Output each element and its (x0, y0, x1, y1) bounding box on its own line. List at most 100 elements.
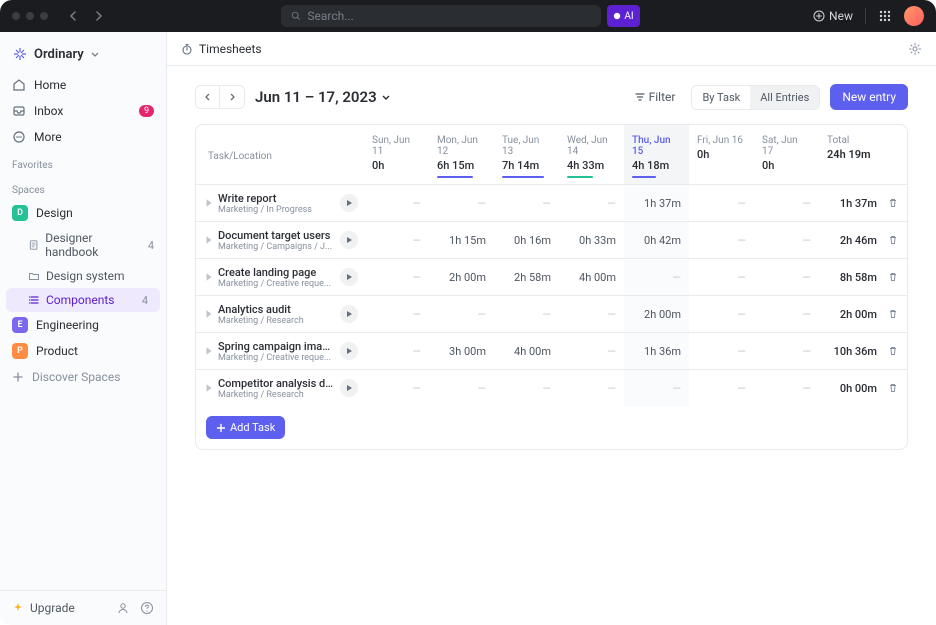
time-cell[interactable]: 2h 58m (494, 259, 559, 296)
time-cell[interactable]: — (429, 185, 494, 222)
time-cell[interactable]: — (364, 222, 429, 259)
traffic-close-icon[interactable] (12, 12, 20, 20)
traffic-min-icon[interactable] (26, 12, 34, 20)
task-cell[interactable]: Spring campaign imag... Marketing / Crea… (196, 333, 364, 369)
workspace-switcher[interactable]: Ordinary (0, 40, 166, 72)
time-cell[interactable]: — (559, 333, 624, 370)
time-cell[interactable]: — (364, 296, 429, 333)
global-search[interactable]: Search... (281, 5, 601, 27)
space-label: Product (36, 344, 78, 358)
time-cell[interactable]: — (624, 370, 689, 407)
forward-button[interactable] (88, 6, 108, 26)
time-cell[interactable]: 4h 00m (494, 333, 559, 370)
time-cell[interactable]: — (364, 333, 429, 370)
time-cell[interactable]: — (754, 370, 819, 407)
time-cell[interactable]: 1h 36m (624, 333, 689, 370)
time-cell[interactable]: 0h 33m (559, 222, 624, 259)
sidebar-space-product[interactable]: PProduct (0, 338, 166, 364)
time-cell[interactable]: — (494, 296, 559, 333)
expand-caret-icon[interactable] (204, 383, 214, 393)
sidebar-child-design-system[interactable]: Design system (0, 264, 166, 288)
expand-caret-icon[interactable] (204, 272, 214, 282)
time-cell[interactable]: 2h 00m (624, 296, 689, 333)
upgrade-button[interactable]: Upgrade (12, 601, 106, 615)
play-button[interactable] (340, 305, 358, 323)
trash-icon[interactable] (887, 271, 899, 283)
expand-caret-icon[interactable] (204, 309, 214, 319)
new-entry-button[interactable]: New entry (830, 84, 908, 110)
trash-icon[interactable] (887, 197, 899, 209)
task-cell[interactable]: Competitor analysis doc Marketing / Rese… (196, 370, 364, 406)
play-button[interactable] (340, 268, 358, 286)
time-cell[interactable]: — (624, 259, 689, 296)
time-cell[interactable]: — (754, 259, 819, 296)
task-cell[interactable]: Document target users Marketing / Campai… (196, 222, 364, 258)
time-cell[interactable]: — (559, 370, 624, 407)
time-cell[interactable]: — (429, 370, 494, 407)
time-cell[interactable]: — (689, 333, 754, 370)
time-cell[interactable]: — (754, 185, 819, 222)
task-cell[interactable]: Write report Marketing / In Progress (196, 185, 364, 221)
time-cell[interactable]: 0h 42m (624, 222, 689, 259)
expand-caret-icon[interactable] (204, 198, 214, 208)
time-cell[interactable]: 1h 37m (624, 185, 689, 222)
time-cell[interactable]: 4h 00m (559, 259, 624, 296)
new-button[interactable]: New (813, 9, 853, 23)
sidebar-child-designer-handbook[interactable]: Designer handbook4 (0, 226, 166, 264)
play-button[interactable] (340, 379, 358, 397)
next-week-button[interactable] (220, 86, 244, 108)
time-cell[interactable]: — (559, 296, 624, 333)
expand-caret-icon[interactable] (204, 235, 214, 245)
sidebar-item-inbox[interactable]: Inbox 9 (0, 98, 166, 124)
time-cell[interactable]: — (689, 185, 754, 222)
prev-week-button[interactable] (196, 86, 220, 108)
sidebar-item-home[interactable]: Home (0, 72, 166, 98)
settings-icon[interactable] (908, 42, 922, 56)
time-cell[interactable]: — (364, 370, 429, 407)
discover-spaces[interactable]: Discover Spaces (0, 364, 166, 390)
time-cell[interactable]: — (364, 259, 429, 296)
play-button[interactable] (340, 194, 358, 212)
all-entries-toggle[interactable]: All Entries (750, 86, 819, 109)
sidebar-item-more[interactable]: More (0, 124, 166, 150)
time-cell[interactable]: 0h 16m (494, 222, 559, 259)
time-cell[interactable]: — (689, 222, 754, 259)
ai-badge[interactable]: AI (607, 5, 639, 27)
add-task-button[interactable]: Add Task (206, 416, 285, 439)
trash-icon[interactable] (887, 345, 899, 357)
time-cell[interactable]: — (494, 370, 559, 407)
time-cell[interactable]: — (754, 296, 819, 333)
time-cell[interactable]: 3h 00m (429, 333, 494, 370)
play-button[interactable] (340, 231, 358, 249)
time-cell[interactable]: 2h 00m (429, 259, 494, 296)
sidebar-child-components[interactable]: Components4 (6, 288, 160, 312)
time-cell[interactable]: — (689, 259, 754, 296)
expand-caret-icon[interactable] (204, 346, 214, 356)
time-cell[interactable]: — (429, 296, 494, 333)
date-range-picker[interactable]: Jun 11 – 17, 2023 (255, 88, 391, 106)
invite-icon[interactable] (116, 601, 130, 615)
back-button[interactable] (64, 6, 84, 26)
trash-icon[interactable] (887, 308, 899, 320)
trash-icon[interactable] (887, 234, 899, 246)
help-icon[interactable] (140, 601, 154, 615)
by-task-toggle[interactable]: By Task (692, 86, 750, 109)
sidebar-space-engineering[interactable]: EEngineering (0, 312, 166, 338)
time-cell[interactable]: — (364, 185, 429, 222)
time-cell[interactable]: — (689, 296, 754, 333)
user-avatar[interactable] (904, 6, 924, 26)
task-cell[interactable]: Create landing page Marketing / Creative… (196, 259, 364, 295)
time-cell[interactable]: — (689, 370, 754, 407)
trash-icon[interactable] (887, 382, 899, 394)
filter-button[interactable]: Filter (625, 85, 686, 109)
sidebar-space-design[interactable]: DDesign (0, 200, 166, 226)
time-cell[interactable]: — (494, 185, 559, 222)
time-cell[interactable]: — (754, 333, 819, 370)
time-cell[interactable]: — (559, 185, 624, 222)
time-cell[interactable]: — (754, 222, 819, 259)
time-cell[interactable]: 1h 15m (429, 222, 494, 259)
traffic-max-icon[interactable] (40, 12, 48, 20)
play-button[interactable] (340, 342, 358, 360)
task-cell[interactable]: Analytics audit Marketing / Research (196, 296, 364, 332)
apps-icon[interactable] (878, 9, 892, 23)
